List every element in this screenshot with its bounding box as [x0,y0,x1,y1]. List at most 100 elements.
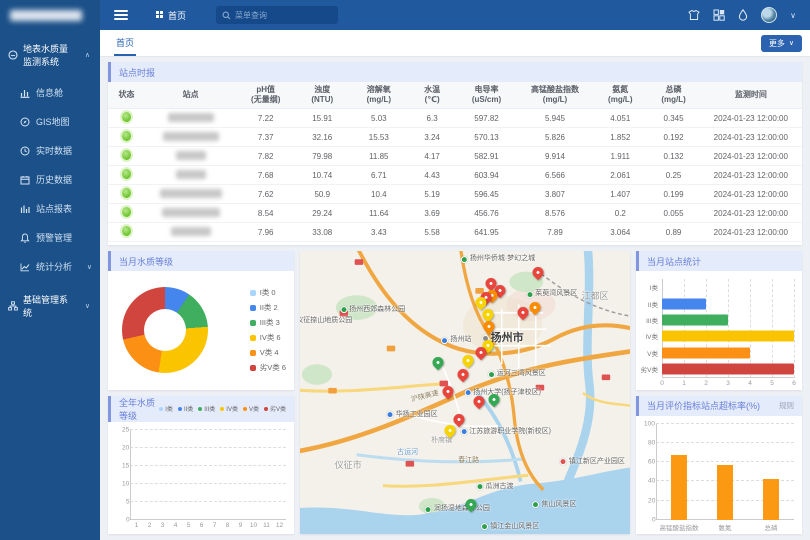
menu-search[interactable] [216,6,338,24]
map-poi-label: 瓜洲古渡 [477,483,514,491]
map-poi-label: 扬州西郊森林公园 [340,306,405,314]
poi-icon [488,371,495,378]
bell-icon [20,233,30,243]
map-poi-label: 润扬湿地森林公园 [425,506,490,514]
legend-item[interactable]: 劣V类 [264,404,286,413]
more-button[interactable]: 更多∨ [761,35,802,52]
sidebar-item-label: 统计分析 [36,260,72,273]
panel-title: 全年水质等级 [119,396,159,422]
legend-item[interactable]: III类 [198,404,215,413]
monthly-grade-donut-chart: I类 0 II类 2 III类 3 IV类 6 V类 4 劣V类 6 [108,271,294,390]
column-header: 氨氮(mg/L) [593,82,647,109]
hbar[interactable] [662,298,706,309]
status-dot-normal [122,169,131,179]
station-pin-red[interactable] [452,412,468,428]
logo [0,0,100,30]
station-pin-yellow[interactable] [442,423,458,439]
legend-item[interactable]: I类 0 [250,287,286,298]
sidebar-item-alert-management[interactable]: 预警管理 [0,223,100,252]
search-input[interactable] [235,11,332,20]
hbar[interactable] [662,364,794,375]
sidebar-item-station-report[interactable]: 站点报表 [0,194,100,223]
sidebar-item-statistics[interactable]: 统计分析 ∨ [0,252,100,281]
column-header: 水温(℃) [408,82,456,109]
sidebar-group-base-system[interactable]: 基础管理系统 ∨ [0,281,100,329]
status-dot-normal [122,226,131,236]
chevron-down-icon[interactable]: ∨ [790,11,796,20]
status-dot-normal [122,207,131,217]
station-pin-green[interactable] [430,355,446,371]
legend-item[interactable]: 劣V类 6 [250,362,286,373]
poi-icon [477,483,484,490]
map-poi-label: 运河三湾风景区 [488,371,546,379]
sidebar-group-water-system[interactable]: 地表水质量监测系统 ∧ [0,30,100,78]
table-row[interactable]: 7.8279.9811.854.17582.919.9141.9110.1322… [108,147,802,166]
legend-item[interactable]: II类 [178,404,193,413]
station-name-redacted [176,151,206,160]
sidebar-item-label: 预警管理 [36,231,72,244]
legend-item[interactable]: II类 2 [250,302,286,313]
column-header: 电导率(uS/cm) [456,82,517,109]
station-name-redacted [162,208,220,217]
legend-item[interactable]: III类 3 [250,317,286,328]
rules-link[interactable]: 规则 [779,400,794,411]
legend-item[interactable]: IV类 6 [250,332,286,343]
hbar[interactable] [662,315,728,326]
hbar[interactable] [662,331,794,342]
table-row[interactable]: 7.6810.746.714.43603.946.5662.0610.25202… [108,166,802,185]
screen-layout-icon[interactable] [713,9,725,21]
vbar[interactable] [671,455,687,520]
menu-toggle-icon[interactable] [114,8,128,22]
monthly-grade-panel: 当月水质等级 I类 0II类 2III类 3IV类 6V类 4劣V类 6 [108,251,294,390]
tabbar: 首页 更多∨ [100,30,810,57]
annual-legend: I类 II类 III类 IV类 V类劣V类 [159,404,286,413]
annual-grade-stacked-chart: 0510152025123456789101112 [108,422,294,535]
tab-home[interactable]: 首页 [114,30,136,56]
station-map[interactable]: 扬州华侨城·梦幻之城茱萸湾风景区江都区扬州西郊森林公园仪征捺山地质公园扬州站运河… [300,251,630,534]
column-header: 状态 [108,82,145,109]
table-row[interactable]: 8.5429.2411.643.69456.768.5760.20.055202… [108,204,802,223]
station-table-wrap[interactable]: 状态站点pH值(无量纲)浊度(NTU)溶解氧(mg/L)水温(℃)电导率(uS/… [108,82,802,245]
theme-skin-icon[interactable] [688,9,700,21]
sidebar-item-gis-map[interactable]: GIS地图 [0,107,100,136]
topbar-home-link[interactable]: 首页 [156,9,186,22]
table-row[interactable]: 7.2215.915.036.3597.825.9454.0510.345202… [108,109,802,128]
column-header: pH值(无量纲) [236,82,295,109]
topbar: 首页 ∨ [100,0,810,30]
station-pin-orange[interactable] [527,299,543,315]
exceed-rate-panel: 当月评价指标站点超标率(%) 规则 020406080100高锰酸盐指数氨氮总磷 [636,396,802,535]
poi-icon [532,502,539,509]
table-row[interactable]: 7.6250.910.45.19596.453.8071.4070.199202… [108,185,802,204]
sidebar: 地表水质量监测系统 ∧ 信息舱 GIS地图 实时数据 历史数据 站点报表 预警管… [0,0,100,540]
station-pin-yellow[interactable] [460,353,476,369]
sidebar-item-realtime-data[interactable]: 实时数据 [0,136,100,165]
column-header: 站点 [145,82,236,109]
poi-icon [560,458,567,465]
sidebar-item-label: 站点报表 [36,202,72,215]
vbar[interactable] [763,479,779,520]
legend-item[interactable]: IV类 [220,404,238,413]
hbar[interactable] [662,347,750,358]
sidebar-item-history-data[interactable]: 历史数据 [0,165,100,194]
station-name-redacted [163,132,219,141]
legend-item[interactable]: V类 4 [250,347,286,358]
table-row[interactable]: 7.3732.1615.533.24570.135.8261.8520.1922… [108,128,802,147]
apps-grid-icon [156,11,164,19]
table-row[interactable]: 7.9633.083.435.58641.957.893.0640.892024… [108,223,802,242]
legend-item[interactable]: V类 [243,404,259,413]
map-poi-label: 江苏旅游职业学院(新校区) [460,428,551,436]
station-pin-red[interactable] [455,366,471,382]
sidebar-item-info-cockpit[interactable]: 信息舱 [0,78,100,107]
vbar[interactable] [717,465,733,520]
dashboard-icon [20,88,30,98]
trend-chart-icon [20,262,30,272]
user-avatar[interactable] [761,7,777,23]
legend-item[interactable]: I类 [159,404,173,413]
station-name-redacted [168,113,214,122]
station-pin-red[interactable] [530,265,546,281]
water-drop-icon[interactable] [738,9,748,21]
sidebar-group-label: 基础管理系统 [23,293,75,319]
poi-icon [481,523,488,530]
status-dot-normal [122,150,131,160]
station-pin-red[interactable] [440,384,456,400]
